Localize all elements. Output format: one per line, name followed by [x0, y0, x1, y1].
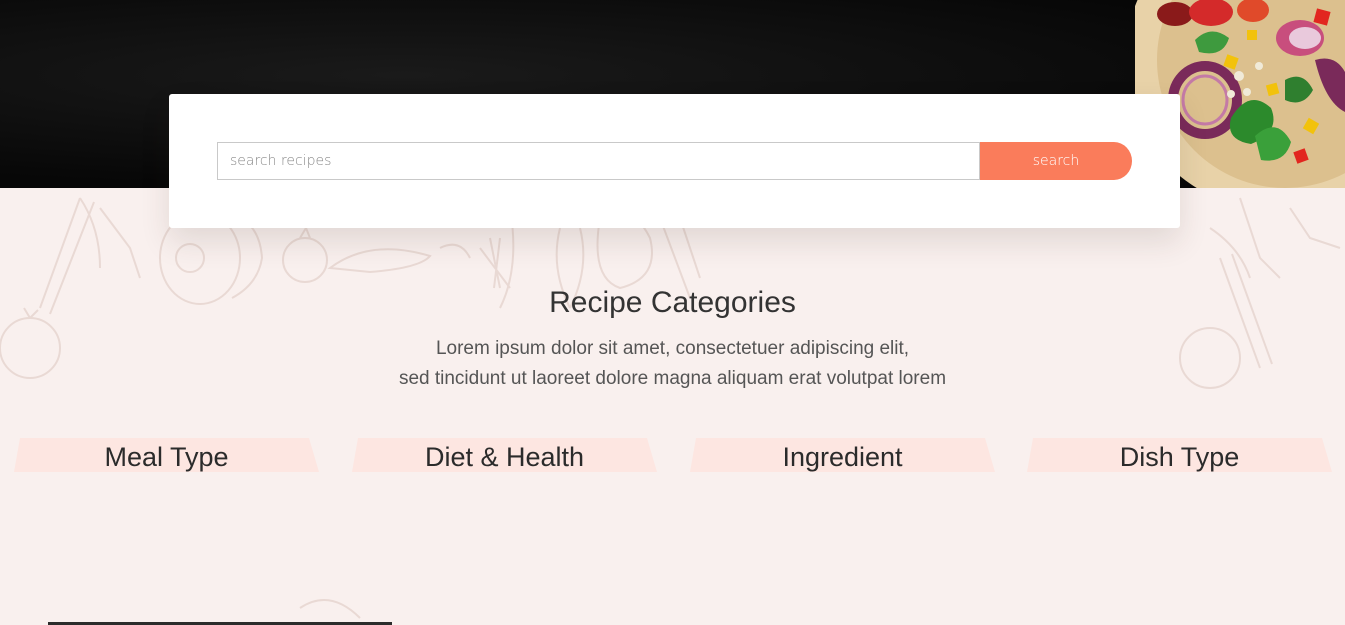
kitchen-doodle-pattern	[0, 197, 1341, 619]
section-title: Recipe Categories	[549, 286, 796, 319]
category-dish-type[interactable]: Dish Type	[1027, 438, 1332, 472]
category-label: Diet & Health	[424, 442, 585, 472]
search-card: search	[169, 94, 1180, 228]
category-label: Meal Type	[104, 442, 229, 472]
section-description-line-2: sed tincidunt ut laoreet dolore magna al…	[398, 368, 947, 389]
category-diet-health[interactable]: Diet & Health	[352, 438, 657, 472]
recipes-page: search Recipe Categories Lorem ipsum dol…	[0, 0, 1345, 625]
category-ingredient[interactable]: Ingredient	[690, 438, 995, 472]
section-description-line-1: Lorem ipsum dolor sit amet, consectetuer…	[435, 338, 910, 359]
section-description: Lorem ipsum dolor sit amet, consectetuer…	[0, 334, 1345, 394]
search-button[interactable]: search	[980, 142, 1132, 180]
category-label: Ingredient	[782, 442, 903, 472]
search-input[interactable]	[217, 142, 980, 180]
category-meal-type[interactable]: Meal Type	[14, 438, 319, 472]
lower-section	[0, 188, 1345, 625]
category-label: Dish Type	[1119, 442, 1240, 472]
